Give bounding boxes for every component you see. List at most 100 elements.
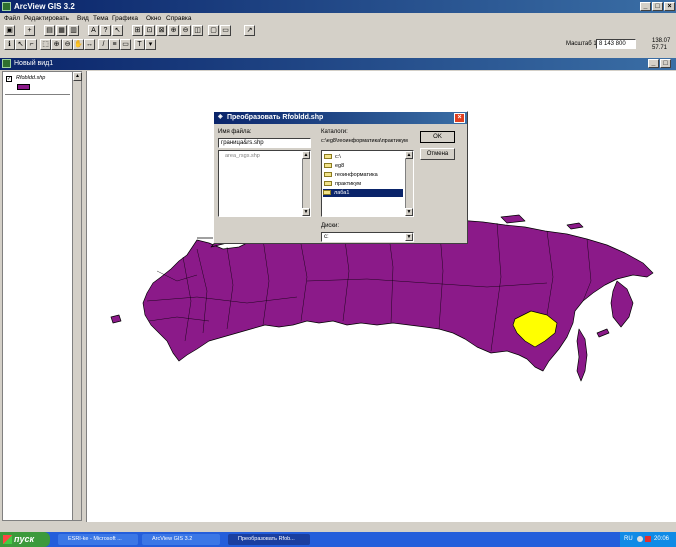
zoom-previous-icon[interactable]: ◫ — [192, 25, 203, 36]
table-icon[interactable]: ▥ — [68, 25, 79, 36]
folders-label: Каталоги: — [321, 129, 348, 135]
zoom-out-icon[interactable]: ⊖ — [180, 25, 191, 36]
dialog-title: Преобразовать Rfobldd.shp — [227, 114, 324, 121]
vertex-edit-tool-icon[interactable]: ⌐ — [26, 39, 37, 50]
file-list-item[interactable]: area_rsgs.shp — [225, 152, 260, 160]
language-indicator[interactable]: RU — [624, 536, 633, 542]
zoom-out-tool-icon[interactable]: ⊖ — [62, 39, 73, 50]
pan-tool-icon[interactable]: ✋ — [73, 39, 84, 50]
layer-legend-swatch — [17, 84, 30, 90]
layer-visibility-checkbox[interactable]: ✓ — [6, 76, 12, 82]
kuril-islands — [596, 328, 610, 338]
hotlink-tool-icon[interactable]: / — [98, 39, 109, 50]
tool-dropdown-icon[interactable]: ▾ — [145, 39, 156, 50]
folder-item[interactable]: eg8 — [324, 162, 344, 170]
legend-editor-icon[interactable]: ▦ — [56, 25, 67, 36]
cancel-button[interactable]: Отмена — [420, 148, 455, 160]
network-icon — [637, 536, 643, 542]
kamchatka — [610, 280, 634, 328]
file-list[interactable]: area_rsgs.shp ▲ ▼ — [218, 150, 311, 217]
menu-graphics[interactable]: Графика — [112, 15, 138, 22]
select-feature-tool-icon[interactable]: ⬚ — [40, 39, 51, 50]
file-list-scrollbar[interactable]: ▲ ▼ — [302, 151, 310, 216]
add-theme-icon[interactable]: + — [24, 25, 35, 36]
text-tool-icon[interactable]: T — [134, 39, 145, 50]
zoom-selected-icon[interactable]: ⊠ — [156, 25, 167, 36]
toc-scrollbar[interactable]: ▲ — [72, 72, 82, 520]
antivirus-icon — [645, 536, 651, 542]
filename-input[interactable]: граница&rs.shp — [218, 138, 311, 148]
layer-name[interactable]: Rfobldd.shp — [16, 75, 45, 81]
dialog-close-button[interactable]: × — [454, 113, 465, 123]
file-scroll-up-icon[interactable]: ▲ — [302, 151, 310, 159]
folder-open-icon — [323, 190, 331, 196]
folders-path: c:\eg8\геоинформатика\практикум — [321, 138, 408, 144]
button-bar: ▣ + ▤ ▦ ▥ A ? ↖ ⊞ ⊡ ⊠ ⊕ ⊖ ◫ ▢ ▭ ↗ — [0, 24, 676, 37]
file-scroll-down-icon[interactable]: ▼ — [302, 208, 310, 216]
sakhalin — [576, 328, 588, 382]
save-project-icon[interactable]: ▣ — [4, 25, 15, 36]
view-window-title-bar: Новый вид1 _ □ — [0, 58, 676, 70]
taskbar-item-dialog[interactable]: Преобразовать Rfob... — [228, 534, 310, 545]
folder-item[interactable]: практикум — [324, 180, 361, 188]
view-minimize-button[interactable]: _ — [648, 59, 659, 68]
draw-tool-icon[interactable]: ▭ — [120, 39, 131, 50]
menu-edit[interactable]: Редактировать — [24, 15, 69, 22]
new-siberian-islands — [500, 214, 526, 224]
menu-file[interactable]: Файл — [4, 15, 20, 22]
identify-tool-icon[interactable]: ℹ — [4, 39, 15, 50]
select-all-icon[interactable]: ▢ — [208, 25, 219, 36]
dialog-app-icon: ◈ — [218, 114, 223, 120]
dialog-title-bar: ◈ Преобразовать Rfobldd.shp × — [214, 112, 467, 124]
windows-taskbar: пуск ESRI-ke - Microsoft ... ArcView GIS… — [0, 532, 676, 547]
convert-shapefile-dialog: ◈ Преобразовать Rfobldd.shp × Имя файла:… — [213, 111, 468, 244]
select-icon[interactable]: ↖ — [112, 25, 123, 36]
taskbar-item-arcview[interactable]: ArcView GIS 3.2 — [142, 534, 220, 545]
folder-item[interactable]: геоинформатика — [324, 171, 378, 179]
scale-input[interactable]: 8 143 800 — [596, 39, 636, 49]
folder-scroll-up-icon[interactable]: ▲ — [405, 151, 413, 159]
measure-tool-icon[interactable]: ↔ — [84, 39, 95, 50]
close-button[interactable]: × — [664, 2, 675, 11]
zoom-active-icon[interactable]: ⊡ — [144, 25, 155, 36]
folder-open-icon — [324, 154, 332, 160]
maximize-button[interactable]: □ — [652, 2, 663, 11]
help-icon[interactable]: ↗ — [244, 25, 255, 36]
arcview-app-icon — [2, 2, 11, 11]
label-tool-icon[interactable]: ≡ — [109, 39, 120, 50]
zoom-full-icon[interactable]: ⊞ — [132, 25, 143, 36]
minimize-button[interactable]: _ — [640, 2, 651, 11]
taskbar-item-word[interactable]: ESRI-ke - Microsoft ... — [58, 534, 138, 545]
find-icon[interactable]: A — [88, 25, 99, 36]
view-maximize-button[interactable]: □ — [660, 59, 671, 68]
folder-open-icon — [324, 181, 332, 187]
toc-divider — [5, 94, 70, 95]
system-tray: RU 20:06 — [620, 532, 676, 547]
menu-theme[interactable]: Тема — [93, 15, 108, 22]
folder-scroll-down-icon[interactable]: ▼ — [405, 208, 413, 216]
zoom-in-tool-icon[interactable]: ⊕ — [51, 39, 62, 50]
folder-open-icon — [324, 163, 332, 169]
view-title: Новый вид1 — [14, 60, 54, 67]
theme-properties-icon[interactable]: ▤ — [44, 25, 55, 36]
view-icon — [2, 59, 11, 68]
scale-label: Масштаб 1: — [566, 41, 599, 47]
windows-logo-icon — [3, 535, 12, 544]
menu-help[interactable]: Справка — [166, 15, 192, 22]
folder-item[interactable]: c:\ — [324, 153, 341, 161]
scroll-up-icon[interactable]: ▲ — [73, 72, 82, 81]
folder-item-selected[interactable]: лаба1 — [323, 189, 403, 197]
zoom-in-icon[interactable]: ⊕ — [168, 25, 179, 36]
ok-button[interactable]: OK — [420, 131, 455, 143]
query-icon[interactable]: ? — [100, 25, 111, 36]
menu-view[interactable]: Вид — [77, 15, 89, 22]
start-button[interactable]: пуск — [0, 532, 50, 547]
clear-selection-icon[interactable]: ▭ — [220, 25, 231, 36]
menu-window[interactable]: Окно — [146, 15, 161, 22]
pointer-tool-icon[interactable]: ↖ — [15, 39, 26, 50]
drive-dropdown-icon[interactable]: ▼ — [405, 233, 413, 241]
folder-list-scrollbar[interactable]: ▲ ▼ — [405, 151, 413, 216]
folder-list[interactable]: c:\ eg8 геоинформатика практикум лаба1 ▲… — [321, 150, 414, 217]
drive-select[interactable]: c: ▼ — [321, 232, 414, 242]
clock: 20:06 — [654, 536, 670, 542]
